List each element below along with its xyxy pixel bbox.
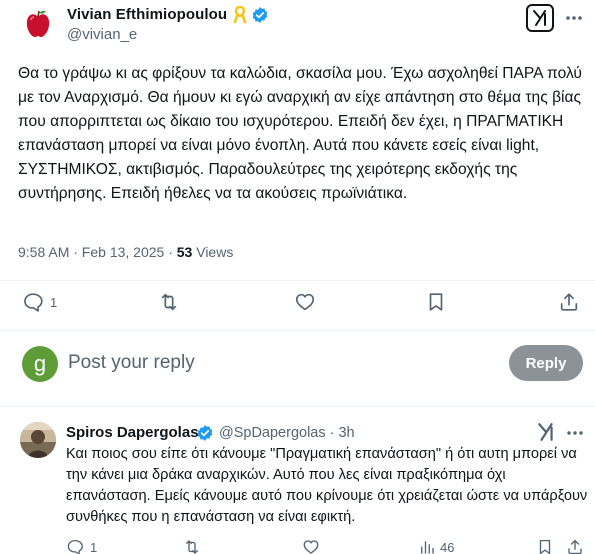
more-icon[interactable] — [566, 424, 584, 442]
views-action[interactable]: 46 — [418, 538, 454, 554]
post-text: Θα το γράψω κι ας φρίξουν τα καλώδια, σκ… — [18, 65, 582, 202]
reply-input[interactable] — [68, 352, 488, 374]
more-icon — [566, 16, 582, 20]
reply-button[interactable]: Reply — [509, 345, 583, 381]
post-meta: 9:58 AM · Feb 13, 2025 · 53 Views — [18, 244, 233, 260]
divider — [0, 330, 595, 331]
repost-icon — [161, 293, 177, 311]
repost-action[interactable] — [158, 291, 180, 313]
author-handle[interactable]: @vivian_e — [67, 26, 137, 43]
share-action[interactable] — [566, 538, 584, 554]
author-name[interactable]: Vivian Efthimiopoulou — [67, 6, 227, 23]
post-timestamp[interactable]: 9:58 AM · Feb 13, 2025 · — [18, 244, 177, 260]
reply-action[interactable]: 1 — [66, 538, 97, 554]
comment-text: Και ποιος σου είπε ότι κάνουμε "Πραγματι… — [66, 446, 588, 525]
like-action[interactable] — [302, 538, 320, 554]
views-icon — [421, 541, 434, 554]
divider — [0, 280, 595, 281]
views-label: Views — [192, 244, 234, 260]
verified-badge-icon[interactable] — [196, 424, 214, 442]
like-icon — [295, 293, 315, 311]
divider — [0, 406, 595, 407]
reply-action[interactable]: 1 — [22, 291, 57, 313]
apple-avatar-icon[interactable] — [22, 8, 54, 40]
share-action[interactable] — [558, 291, 580, 313]
like-icon — [303, 540, 319, 554]
repost-icon — [186, 540, 198, 554]
more-options-button[interactable] — [564, 8, 584, 28]
comment-author-name[interactable]: Spiros Dapergolas — [66, 424, 199, 441]
comment-handle-time[interactable]: @SpDapergolas · 3h — [219, 425, 355, 441]
grok-button[interactable] — [526, 4, 554, 32]
verified-badge-icon[interactable] — [251, 6, 269, 24]
views-count: 46 — [440, 539, 455, 554]
like-action[interactable] — [294, 291, 316, 313]
profile-photo — [20, 422, 56, 458]
share-icon — [568, 539, 582, 554]
reply-icon — [67, 539, 83, 554]
views-count: 53 — [176, 244, 193, 260]
reply-count: 1 — [90, 539, 98, 554]
grok-icon — [533, 10, 546, 26]
reply-post[interactable]: Spiros Dapergolas @SpDapergolas · 3h Και… — [0, 412, 595, 554]
avatar[interactable] — [20, 422, 56, 458]
reply-count: 1 — [50, 294, 58, 310]
ribbon-icon — [233, 6, 247, 24]
reply-composer: g Reply — [0, 336, 595, 392]
bookmark-action[interactable] — [425, 291, 447, 313]
user-avatar[interactable]: g — [22, 346, 58, 382]
bookmark-icon — [429, 293, 443, 311]
bookmark-action[interactable] — [536, 538, 554, 554]
grok-icon[interactable] — [536, 422, 556, 442]
reply-icon — [24, 293, 43, 312]
repost-action[interactable] — [183, 538, 201, 554]
bookmark-icon — [539, 539, 551, 554]
share-icon — [560, 293, 578, 311]
